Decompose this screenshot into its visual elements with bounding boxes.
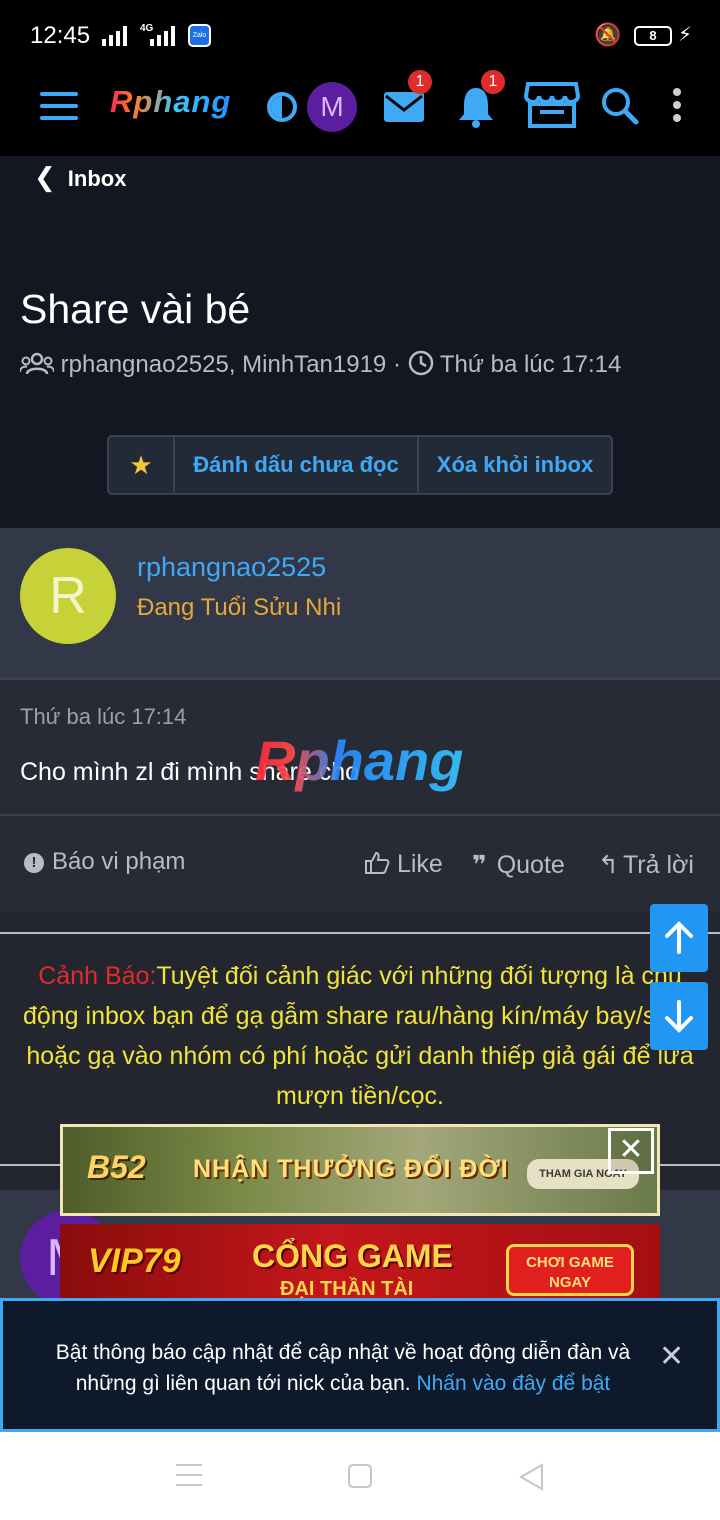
ad-logo: B52 — [87, 1149, 146, 1185]
page-title: Share vài bé — [20, 286, 251, 332]
warning-label: Cảnh Báo: — [38, 962, 157, 990]
ad-banner-b52[interactable]: B52 NHẬN THƯỞNG ĐỔI ĐỜI THAM GIA NGAY — [60, 1124, 660, 1216]
like-label: Like — [396, 850, 443, 878]
scroll-bottom-button[interactable] — [650, 982, 708, 1050]
report-button[interactable]: ! Báo vi phạm — [24, 848, 185, 876]
arrow-down-icon — [665, 1000, 693, 1033]
ad-subheadline: ĐẠI THẦN TÀI — [280, 1278, 414, 1300]
reply-button[interactable]: ↰ Trả lời — [598, 850, 694, 880]
quote-button[interactable]: ❞ Quote — [472, 850, 565, 880]
message-author: R rphangnao2525 Đang Tuổi Sửu Nhi — [0, 528, 720, 678]
ad-banner-vip79[interactable]: VIP79 CỔNG GAME ĐẠI THẦN TÀI CHƠI GAME N… — [60, 1224, 660, 1300]
signal-icon — [102, 26, 127, 46]
reply-label: Trả lời — [622, 851, 694, 879]
participants-icon — [19, 352, 55, 375]
remove-from-inbox-button[interactable]: Xóa khỏi inbox — [419, 437, 611, 493]
alert-icon: ! — [24, 853, 44, 873]
thread-actions: ★ Đánh dấu chưa đọc Xóa khỏi inbox — [107, 435, 613, 495]
mute-icon: 🔕 — [594, 22, 622, 47]
author-username[interactable]: rphangnao2525 — [137, 552, 326, 583]
close-icon[interactable]: ✕ — [659, 1339, 684, 1374]
breadcrumb-label: Inbox — [67, 166, 127, 191]
app-header: Rphang M 1 1 — [0, 68, 720, 156]
more-options-icon[interactable] — [673, 88, 683, 128]
home-icon[interactable] — [348, 1464, 372, 1488]
quote-icon: ❞ — [472, 851, 487, 879]
divider — [0, 932, 720, 934]
recent-apps-icon[interactable] — [176, 1464, 202, 1494]
status-bar: 12:45 4G Zalo 🔕 8 ⚡ — [0, 0, 720, 68]
charging-icon: ⚡ — [678, 24, 693, 46]
arrow-up-icon — [665, 921, 693, 954]
user-avatar[interactable]: M — [307, 82, 357, 132]
signal-icon-2 — [150, 26, 175, 46]
thumbs-up-icon — [365, 851, 390, 874]
star-icon: ★ — [129, 450, 153, 480]
push-notice-text: Bật thông báo cập nhật để cập nhật về ho… — [33, 1337, 653, 1399]
ad-logo: VIP79 — [88, 1242, 181, 1280]
menu-icon[interactable] — [40, 92, 78, 122]
message-actions: ! Báo vi phạm Like ❞ Quote ↰ Trả lời — [0, 814, 720, 912]
theme-toggle-icon[interactable] — [267, 92, 297, 122]
search-icon[interactable] — [600, 86, 640, 126]
message-time[interactable]: Thứ ba lúc 17:14 — [20, 704, 186, 730]
clock-icon — [408, 350, 433, 376]
system-nav-bar — [0, 1432, 720, 1520]
participants-list[interactable]: rphangnao2525, MinhTan1919 — [61, 351, 387, 378]
warning-text: Cảnh Báo:Tuyệt đối cảnh giác với những đ… — [10, 956, 710, 1116]
star-button[interactable]: ★ — [109, 437, 175, 493]
ad-cta-button[interactable]: CHƠI GAME NGAY — [506, 1244, 634, 1296]
enable-push-link[interactable]: Nhấn vào đây để bật — [416, 1372, 610, 1395]
thread-meta: rphangnao2525, MinhTan1919 · Thứ ba lúc … — [19, 350, 622, 379]
scroll-top-button[interactable] — [650, 904, 708, 972]
battery-icon: 8 — [634, 26, 672, 46]
chevron-left-icon: ❮ — [34, 162, 56, 192]
inbox-badge: 1 — [408, 70, 432, 94]
meta-separator: · — [392, 351, 401, 378]
message-body: Thứ ba lúc 17:14 Cho mình zl đi mình sha… — [0, 678, 720, 814]
page: 12:45 4G Zalo 🔕 8 ⚡ Rphang M 1 1 ❮ Inbox… — [0, 0, 720, 1520]
alerts-badge: 1 — [481, 70, 505, 94]
status-time: 12:45 — [30, 22, 91, 49]
breadcrumb-back-link[interactable]: ❮ Inbox — [34, 162, 126, 193]
author-title: Đang Tuổi Sửu Nhi — [137, 594, 342, 621]
ad-headline: CỔNG GAME — [252, 1238, 453, 1274]
close-ad-button[interactable]: ✕ — [608, 1128, 654, 1174]
reply-icon: ↰ — [598, 851, 619, 879]
site-logo[interactable]: Rphang — [110, 84, 231, 120]
thread-time: Thứ ba lúc 17:14 — [439, 351, 622, 378]
report-label: Báo vi phạm — [52, 848, 186, 875]
mark-unread-button[interactable]: Đánh dấu chưa đọc — [175, 437, 419, 493]
author-avatar[interactable]: R — [20, 548, 116, 644]
ad-headline: NHẬN THƯỞNG ĐỔI ĐỜI — [193, 1155, 509, 1183]
quote-label: Quote — [496, 851, 565, 879]
watermark-logo: Rphang — [255, 729, 464, 792]
back-icon[interactable] — [518, 1462, 544, 1492]
store-icon[interactable] — [524, 80, 580, 130]
like-button[interactable]: Like — [364, 850, 443, 879]
push-notice-banner: Bật thông báo cập nhật để cập nhật về ho… — [0, 1298, 720, 1432]
thread-header: ❮ Inbox Share vài bé rphangnao2525, MinhT… — [0, 156, 720, 528]
zalo-icon: Zalo — [188, 24, 211, 47]
